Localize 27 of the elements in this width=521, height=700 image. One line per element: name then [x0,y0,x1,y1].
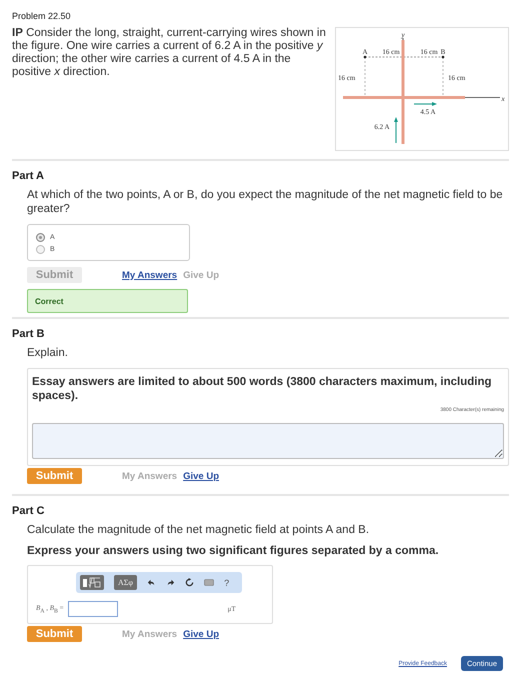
submit-button[interactable]: Submit [27,626,82,642]
reset-icon[interactable] [185,578,194,587]
radio-button[interactable] [36,233,45,242]
question-text: Calculate the magnitude of the net magnetic field at points A and B. [27,523,370,537]
part-heading: Part B [12,328,44,340]
problem-text: IP Consider the long, straight, current-carrying wires shown in the figure. One wire carries a current of 6.2 A in the positive y direction; the other wire carries a current of 4.5 A in the positive x direction. [12,27,327,79]
question-text: At which of the two points, A or B, do you expect the magnitude of the net magnetic field to be greater? [27,188,504,216]
radio-button[interactable] [36,245,45,254]
essay-notice: Essay answers are limited to about 500 words (3800 characters maximum, including spaces). [32,375,493,403]
answer-input-field[interactable] [68,601,118,617]
help-button[interactable]: ? [224,578,230,588]
instruction-text: Express your answers using two significant figures separated by a comma. [27,545,440,557]
templates-icon[interactable] [80,575,104,590]
symbols-button[interactable]: ΑΣφ [114,575,138,590]
problem-title: Problem 22.50 [12,11,71,21]
my-answers-link[interactable]: My Answers [122,270,178,280]
give-up-link[interactable]: Give Up [183,470,219,482]
keyboard-icon[interactable] [204,579,214,586]
part-heading: Part C [12,505,44,517]
essay-input-field[interactable] [32,423,504,459]
submit-button[interactable]: Submit [27,468,82,484]
feedback-banner: Correct [27,289,188,313]
question-text: Explain. [27,346,69,360]
redo-icon[interactable] [166,578,176,587]
give-up-link[interactable]: Give Up [183,628,219,640]
undo-icon[interactable] [147,578,156,587]
part-heading: Part A [12,170,44,182]
